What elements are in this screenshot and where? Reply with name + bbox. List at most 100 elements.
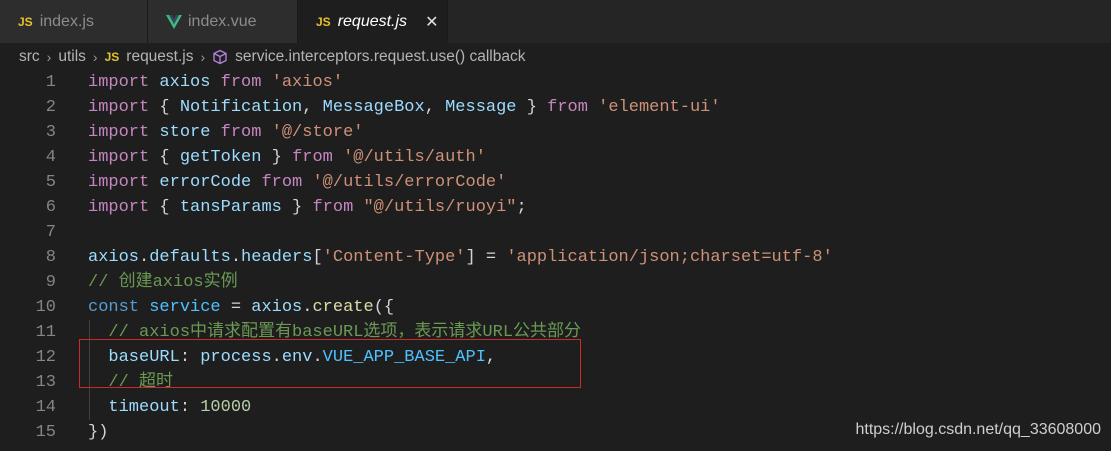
line-number: 6 bbox=[45, 198, 56, 217]
code-token: from bbox=[547, 98, 588, 117]
code-token: // axios中请求配置有baseURL选项，表示请求URL公共部分 bbox=[108, 323, 582, 342]
code-token: env bbox=[281, 348, 313, 367]
line-number: 15 bbox=[35, 423, 56, 442]
code-token: , bbox=[424, 98, 446, 117]
code-text: import { tansParams } from "@/utils/ruoy… bbox=[88, 195, 527, 220]
code-token: create bbox=[312, 298, 374, 317]
tab-bar: JS index.js index.vue JS request.js ✕ bbox=[0, 0, 1111, 43]
line-number: 7 bbox=[45, 223, 56, 242]
code-token: } bbox=[516, 98, 548, 117]
line-number: 1 bbox=[45, 73, 56, 92]
tab-index-js[interactable]: JS index.js bbox=[0, 0, 148, 43]
code-editor[interactable]: 1 import axios from 'axios' 2 import { Noti… bbox=[0, 70, 1111, 451]
code-line[interactable]: 11 // axios中请求配置有baseURL选项，表示请求URL公共部分 bbox=[0, 320, 1111, 345]
code-text: baseURL: process.env.VUE_APP_BASE_API, bbox=[88, 345, 496, 370]
code-token: errorCode bbox=[159, 173, 252, 192]
code-token: import bbox=[88, 123, 150, 142]
code-token: store bbox=[159, 123, 211, 142]
code-token: import bbox=[88, 73, 150, 92]
code-line[interactable]: 14 timeout: 10000 bbox=[0, 395, 1111, 420]
code-line[interactable]: 13 // 超时 bbox=[0, 370, 1111, 395]
breadcrumb-item-symbol[interactable]: service.interceptors.request.use() callb… bbox=[235, 48, 525, 66]
code-line[interactable]: 1 import axios from 'axios' bbox=[0, 70, 1111, 95]
line-number: 5 bbox=[45, 173, 56, 192]
code-token: getToken bbox=[179, 148, 262, 167]
code-line[interactable]: 9 // 创建axios实例 bbox=[0, 270, 1111, 295]
code-token: timeout bbox=[108, 398, 180, 417]
code-token: from bbox=[220, 123, 262, 142]
code-line[interactable]: 10 const service = axios.create({ bbox=[0, 295, 1111, 320]
code-token: ; bbox=[516, 198, 527, 217]
method-cube-icon bbox=[213, 49, 227, 64]
code-token: { bbox=[149, 98, 180, 117]
js-file-icon: JS bbox=[316, 14, 331, 29]
code-token: import bbox=[88, 148, 150, 167]
code-token: import bbox=[88, 198, 150, 217]
code-token: ({ bbox=[373, 298, 395, 317]
code-token: MessageBox bbox=[322, 98, 425, 117]
code-token: '@/store' bbox=[271, 123, 364, 142]
code-token: { bbox=[149, 198, 180, 217]
code-text: import axios from 'axios' bbox=[88, 70, 343, 95]
code-line[interactable]: 7 bbox=[0, 220, 1111, 245]
code-text: import errorCode from '@/utils/errorCode… bbox=[88, 170, 506, 195]
code-token: 'application/json;charset=utf-8' bbox=[506, 248, 833, 267]
code-text: import { getToken } from '@/utils/auth' bbox=[88, 145, 486, 170]
code-token: VUE_APP_BASE_API bbox=[322, 348, 486, 367]
line-number: 13 bbox=[35, 373, 56, 392]
code-line[interactable]: 5 import errorCode from '@/utils/errorCod… bbox=[0, 170, 1111, 195]
code-token: // 超时 bbox=[108, 373, 174, 392]
code-token: const bbox=[88, 298, 140, 317]
code-token: , bbox=[485, 348, 497, 367]
code-line[interactable]: 4 import { getToken } from '@/utils/auth' bbox=[0, 145, 1111, 170]
code-token: tansParams bbox=[179, 198, 282, 217]
code-line[interactable]: 12 baseURL: process.env.VUE_APP_BASE_API… bbox=[0, 345, 1111, 370]
code-token: baseURL bbox=[108, 348, 180, 367]
code-text: // 超时 bbox=[88, 370, 173, 395]
code-token: '@/utils/auth' bbox=[343, 148, 486, 167]
code-token: [ bbox=[312, 248, 323, 267]
code-token: Message bbox=[445, 98, 517, 117]
js-file-icon: JS bbox=[18, 14, 33, 29]
code-token: from bbox=[292, 148, 333, 167]
code-line[interactable]: 8 axios.defaults.headers['Content-Type'] … bbox=[0, 245, 1111, 270]
line-number: 12 bbox=[35, 348, 56, 367]
code-token: axios bbox=[251, 298, 303, 317]
breadcrumb-item-file[interactable]: request.js bbox=[126, 48, 193, 66]
chevron-right-icon: › bbox=[46, 48, 52, 65]
code-token: . bbox=[312, 348, 323, 367]
breadcrumb-item-src[interactable]: src bbox=[19, 48, 40, 66]
code-token: = bbox=[220, 298, 252, 317]
code-text: import store from '@/store' bbox=[88, 120, 363, 145]
code-line[interactable]: 6 import { tansParams } from "@/utils/ruo… bbox=[0, 195, 1111, 220]
line-number: 10 bbox=[35, 298, 56, 317]
code-token: Notification bbox=[179, 98, 303, 117]
code-token: "@/utils/ruoyi" bbox=[363, 198, 517, 217]
code-token: axios bbox=[159, 73, 211, 92]
code-line[interactable]: 3 import store from '@/store' bbox=[0, 120, 1111, 145]
breadcrumb-item-utils[interactable]: utils bbox=[58, 48, 86, 66]
watermark: https://blog.csdn.net/qq_33608000 bbox=[855, 421, 1101, 438]
code-token: service bbox=[149, 298, 221, 317]
line-number: 3 bbox=[45, 123, 56, 142]
tab-index-vue[interactable]: index.vue bbox=[148, 0, 298, 43]
tab-label: index.js bbox=[39, 12, 94, 30]
chevron-right-icon: › bbox=[200, 48, 206, 65]
indent-guide bbox=[89, 320, 90, 420]
code-token: import bbox=[88, 173, 150, 192]
tab-label: index.vue bbox=[188, 12, 257, 30]
code-token: . bbox=[271, 348, 282, 367]
close-icon[interactable]: ✕ bbox=[425, 12, 438, 32]
code-line[interactable]: 2 import { Notification, MessageBox, Mess… bbox=[0, 95, 1111, 120]
tab-request-js[interactable]: JS request.js ✕ bbox=[298, 0, 448, 43]
